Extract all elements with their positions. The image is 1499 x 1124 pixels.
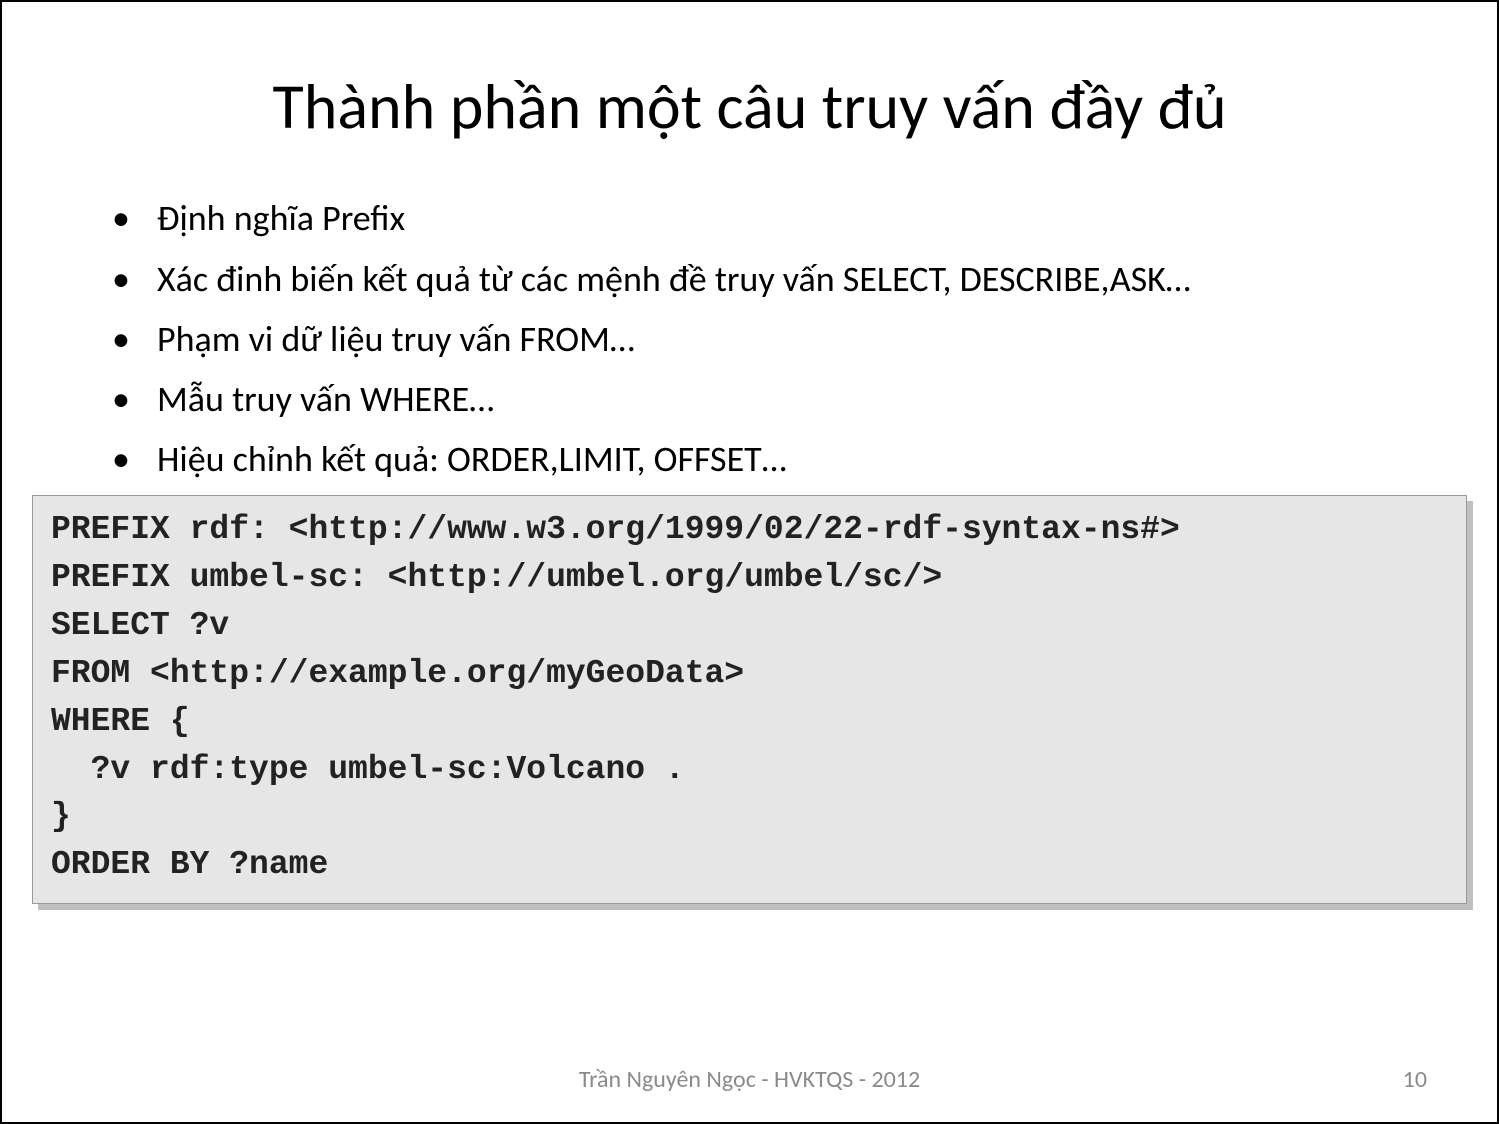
footer-text: Trần Nguyên Ngọc - HVKTQS - 2012 <box>2 1065 1497 1094</box>
bullet-item: Định nghĩa Prefix <box>102 192 1437 244</box>
code-block: PREFIX rdf: <http://www.w3.org/1999/02/2… <box>32 495 1467 904</box>
slide-title: Thành phần một câu truy vấn đầy đủ <box>62 72 1437 142</box>
bullet-item: Hiệu chỉnh kết quả: ORDER,LIMIT, OFFSET… <box>102 433 1437 485</box>
bullet-item: Mẫu truy vấn WHERE… <box>102 373 1437 425</box>
bullet-list: Định nghĩa Prefix Xác đinh biến kết quả … <box>102 192 1437 485</box>
bullet-item: Phạm vi dữ liệu truy vấn FROM… <box>102 313 1437 365</box>
page-number: 10 <box>1403 1065 1427 1094</box>
code-block-wrap: PREFIX rdf: <http://www.w3.org/1999/02/2… <box>32 495 1467 904</box>
slide: Thành phần một câu truy vấn đầy đủ Định … <box>0 0 1499 1124</box>
bullet-item: Xác đinh biến kết quả từ các mệnh đề tru… <box>102 253 1437 305</box>
